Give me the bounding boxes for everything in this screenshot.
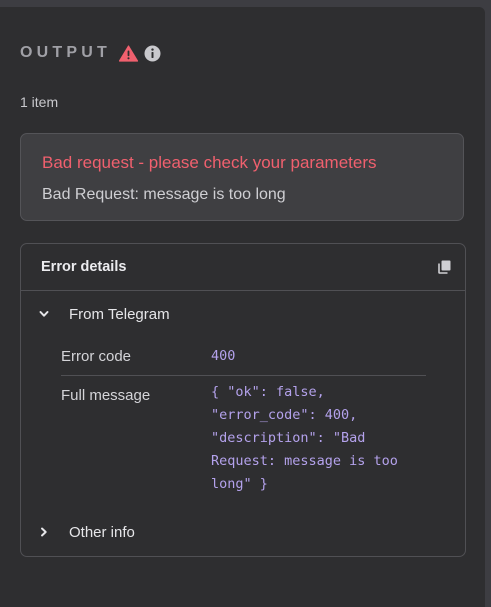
error-details-card: Error details From Telegram Error code 4… bbox=[20, 243, 466, 557]
item-count: 1 item bbox=[20, 94, 59, 110]
info-circle-icon[interactable] bbox=[144, 45, 161, 62]
field-value-error-code: 400 bbox=[211, 348, 236, 364]
chevron-right-icon bbox=[37, 525, 51, 539]
error-details-title: Error details bbox=[41, 259, 127, 275]
chevron-down-icon bbox=[37, 307, 51, 321]
section-from-telegram[interactable]: From Telegram bbox=[37, 302, 170, 326]
output-title: OUTPUT bbox=[20, 44, 111, 61]
scrollbar-gutter bbox=[485, 0, 491, 607]
warning-triangle-icon[interactable] bbox=[118, 44, 139, 62]
field-value-full-message: { "ok": false, "error_code": 400, "descr… bbox=[211, 384, 407, 492]
section-label: Other info bbox=[69, 523, 135, 541]
error-callout: Bad request - please check your paramete… bbox=[20, 133, 464, 221]
section-other-info[interactable]: Other info bbox=[37, 520, 135, 544]
copy-icon[interactable] bbox=[438, 260, 451, 274]
field-label-full-message: Full message bbox=[61, 387, 151, 404]
error-details-header: Error details bbox=[21, 244, 465, 291]
field-label-error-code: Error code bbox=[61, 348, 132, 365]
field-divider bbox=[61, 375, 426, 376]
section-label: From Telegram bbox=[69, 305, 170, 323]
output-panel: OUTPUT 1 item Bad request - please check… bbox=[0, 7, 485, 607]
error-title: Bad request - please check your paramete… bbox=[42, 153, 377, 172]
output-header: OUTPUT bbox=[20, 37, 161, 69]
error-description: Bad Request: message is too long bbox=[42, 186, 286, 203]
